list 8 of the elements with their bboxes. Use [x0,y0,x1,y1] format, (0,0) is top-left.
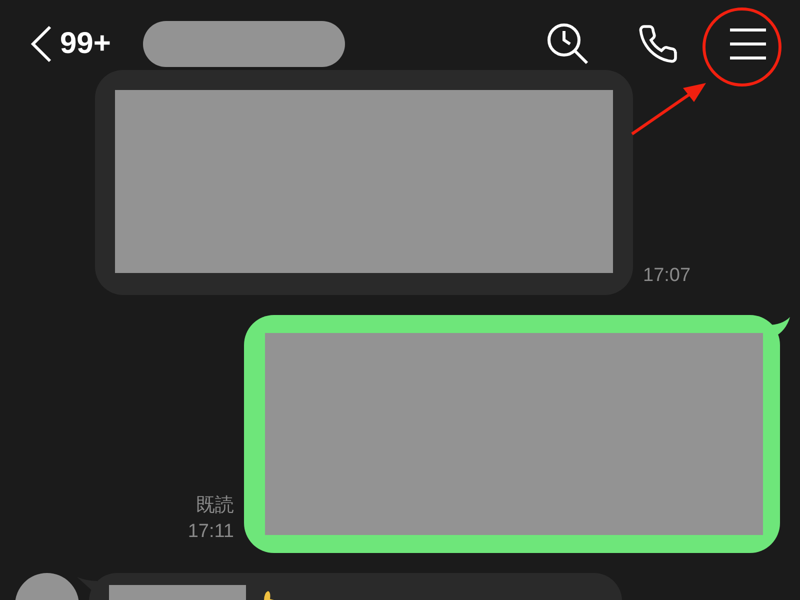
message-time: 17:11 [188,520,234,544]
read-receipt: 既読 [196,494,234,518]
clock-search-icon [546,22,590,66]
back-button[interactable]: 99+ [30,25,111,63]
menu-icon [730,28,766,60]
phone-icon [637,23,679,65]
message-time: 17:07 [643,264,691,288]
chevron-left-icon [30,25,52,63]
